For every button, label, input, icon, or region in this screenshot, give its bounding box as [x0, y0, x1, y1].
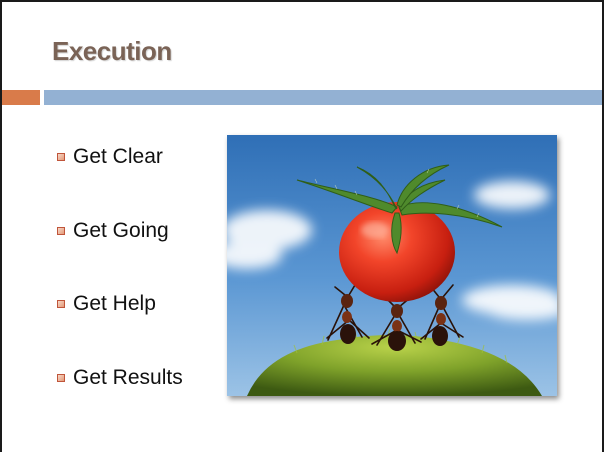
square-bullet-icon	[57, 226, 65, 235]
slide-title: Execution	[52, 36, 172, 66]
bullet-item: Get Going	[57, 216, 183, 246]
bullet-item: Get Help	[57, 289, 183, 319]
title-divider-bar	[44, 90, 602, 105]
bullet-text: Get Help	[73, 292, 156, 315]
square-bullet-icon	[57, 373, 65, 382]
bullet-list: Get Clear Get Going Get Help Get Results	[57, 142, 183, 436]
ants-carrying-tomato-image	[227, 135, 557, 396]
title-accent-block	[2, 90, 40, 105]
bullet-item: Get Clear	[57, 142, 183, 172]
bullet-text: Get Results	[73, 365, 183, 389]
square-bullet-icon	[57, 300, 65, 308]
slide: Execution Get Clear Get Going Get Help G…	[0, 0, 604, 452]
bullet-item: Get Results	[57, 363, 183, 393]
bullet-text: Get Clear	[73, 145, 163, 168]
bullet-text: Get Going	[73, 218, 169, 242]
square-bullet-icon	[57, 153, 65, 161]
